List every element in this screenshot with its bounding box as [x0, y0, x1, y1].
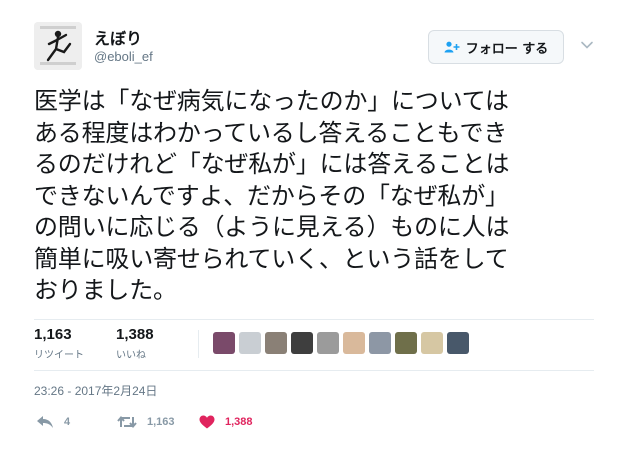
- reply-icon: [37, 416, 53, 428]
- tweet-timestamp[interactable]: 23:26 - 2017年2月24日: [34, 382, 157, 399]
- liker-avatar[interactable]: [421, 332, 443, 354]
- tweet-text: 医学は「なぜ病気になったのか」については ある程度はわかっているし答えることもで…: [34, 86, 594, 307]
- liker-avatar[interactable]: [343, 332, 365, 354]
- liker-avatar[interactable]: [395, 332, 417, 354]
- retweet-action-count: 1,163: [147, 416, 175, 428]
- tweet-line: ある程度はわかっているし答えることもでき: [34, 118, 508, 147]
- chevron-down-icon[interactable]: [580, 40, 594, 50]
- divider: [34, 370, 594, 371]
- liker-avatar[interactable]: [317, 332, 339, 354]
- tweet-line: おりました。: [34, 276, 177, 304]
- liker-avatars: [213, 332, 469, 354]
- like-label: いいね: [116, 350, 146, 361]
- reply-count: 4: [64, 416, 71, 428]
- liker-avatar[interactable]: [265, 332, 287, 354]
- author-display-name[interactable]: えぼり: [94, 25, 142, 49]
- liker-avatar[interactable]: [291, 332, 313, 354]
- divider: [34, 319, 594, 320]
- tweet-line: 簡単に吸い寄せられていく、という話をして: [34, 244, 509, 273]
- follow-button-label: フォロー する: [465, 41, 549, 57]
- like-count: 1,388: [116, 326, 154, 343]
- heart-icon: [199, 415, 215, 429]
- retweet-label: リツイート: [34, 350, 84, 361]
- retweet-button[interactable]: 1,163: [117, 415, 175, 429]
- tweet-line: の問いに応じる（ように見える）ものに人は: [34, 213, 510, 241]
- like-action-count: 1,388: [225, 416, 253, 428]
- liker-avatar[interactable]: [239, 332, 261, 354]
- retweet-icon: [117, 415, 137, 429]
- liker-avatar[interactable]: [369, 332, 391, 354]
- tweet-line: るのだけれど「なぜ私が」には答えることは: [34, 150, 510, 178]
- liker-avatar[interactable]: [213, 332, 235, 354]
- tweet-line: できないんですよ、だからその「なぜ私が」: [34, 181, 509, 210]
- retweet-stat[interactable]: 1,163 リツイート: [34, 326, 84, 361]
- avatar-photo-icon: [34, 22, 82, 70]
- like-stat[interactable]: 1,388 いいね: [116, 326, 154, 361]
- tweet-line: 医学は「なぜ病気になったのか」については: [34, 87, 509, 115]
- follow-user-plus-icon: [444, 41, 460, 53]
- retweet-count: 1,163: [34, 326, 72, 343]
- stat-divider: [198, 330, 199, 358]
- like-button[interactable]: 1,388: [199, 415, 253, 429]
- reply-button[interactable]: 4: [36, 415, 70, 429]
- author-username[interactable]: @eboli_ef: [94, 49, 153, 64]
- author-avatar[interactable]: [34, 22, 82, 70]
- follow-button[interactable]: フォロー する: [428, 30, 564, 64]
- liker-avatar[interactable]: [447, 332, 469, 354]
